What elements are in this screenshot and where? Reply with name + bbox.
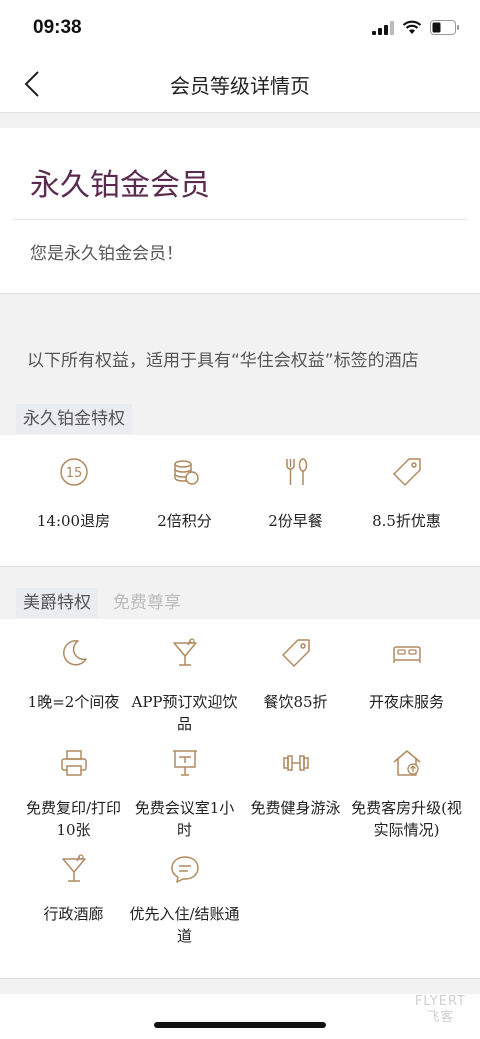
- privilege-label: 免费会议室1小时: [134, 799, 235, 839]
- printer-icon: [60, 750, 87, 776]
- watermark: FLYERT 飞客: [415, 994, 466, 1026]
- cocktail-icon: [61, 854, 86, 882]
- bed-icon: [392, 646, 421, 663]
- privilege-item[interactable]: 免费客房升级(视实际情况): [351, 747, 462, 841]
- privilege-label: 2倍积分: [157, 512, 212, 530]
- privilege-item[interactable]: APP预订欢迎饮品: [129, 637, 240, 735]
- privilege-item[interactable]: 1晚=2个间夜: [18, 637, 129, 735]
- privilege-item[interactable]: 优先入住/结账通道: [129, 853, 240, 947]
- battery-icon: [430, 20, 459, 35]
- privilege-label: 餐饮85折: [263, 693, 328, 711]
- moon-icon: [62, 640, 87, 666]
- privilege-item[interactable]: 8.5折优惠: [351, 456, 462, 532]
- jazz-privileges: 1晚=2个间夜 APP预订欢迎饮品 餐饮85折 开夜床服务 免费复印/打印10张…: [0, 619, 480, 979]
- privilege-item[interactable]: 开夜床服务: [351, 637, 462, 735]
- tab-free-enjoy[interactable]: 免费尊享: [106, 588, 188, 618]
- signal-icon: [372, 20, 394, 35]
- page-title: 会员等级详情页: [170, 74, 310, 98]
- dumbbell-icon: [282, 755, 309, 771]
- privilege-item[interactable]: 行政酒廊: [18, 853, 129, 947]
- house-upgrade-icon: [393, 750, 420, 776]
- cocktail-icon: [172, 638, 197, 666]
- scope-note: 以下所有权益，适用于具有“华住会权益”标签的酒店: [27, 351, 419, 371]
- clock-15-icon: 15: [59, 458, 88, 486]
- fork-knife-icon: [285, 458, 307, 485]
- privilege-item[interactable]: 2倍积分: [129, 456, 240, 532]
- privilege-label: 优先入住/结账通道: [129, 905, 240, 945]
- watermark-line2: 飞客: [426, 1010, 455, 1025]
- tab-jazz-privileges[interactable]: 美爵特权: [16, 588, 98, 618]
- status-bar: 09:38: [0, 0, 480, 56]
- privilege-label: 8.5折优惠: [372, 512, 441, 530]
- privilege-item[interactable]: 2份早餐: [240, 456, 351, 532]
- svg-text:15: 15: [65, 466, 82, 481]
- privilege-item[interactable]: 免费复印/打印10张: [18, 747, 129, 841]
- privilege-label: APP预订欢迎饮品: [131, 693, 238, 733]
- privilege-label: 2份早餐: [268, 512, 323, 530]
- price-tag-icon: [392, 458, 421, 486]
- privilege-item[interactable]: 餐饮85折: [240, 637, 351, 735]
- coin-stack-icon: [173, 460, 199, 485]
- nav-bar: 会员等级详情页: [0, 56, 480, 113]
- privilege-item[interactable]: 免费会议室1小时: [129, 747, 240, 841]
- platinum-privileges: 15 14:00退房 2倍积分 2份早餐 8.5折优惠: [0, 435, 480, 567]
- home-indicator[interactable]: [154, 1022, 326, 1028]
- wifi-icon: [402, 20, 422, 34]
- status-time: 09:38: [33, 17, 82, 38]
- bottom-bar: [0, 994, 480, 1039]
- meeting-board-icon: [172, 750, 197, 776]
- privilege-item[interactable]: 15 14:00退房: [18, 456, 129, 532]
- privilege-label: 开夜床服务: [368, 693, 444, 711]
- privilege-label: 1晚=2个间夜: [27, 693, 120, 711]
- chat-bubble-icon: [170, 856, 199, 883]
- privilege-label: 免费健身游泳: [250, 799, 341, 817]
- privilege-label: 免费客房升级(视实际情况): [351, 799, 462, 839]
- divider: [13, 219, 467, 220]
- level-title: 永久铂金会员: [30, 168, 210, 203]
- price-tag-icon: [281, 639, 310, 667]
- level-description: 您是永久铂金会员！: [30, 244, 183, 264]
- level-card: 永久铂金会员 您是永久铂金会员！: [0, 128, 480, 294]
- tag-platinum-privileges: 永久铂金特权: [16, 404, 132, 434]
- status-icons: [372, 20, 460, 35]
- privilege-label: 行政酒廊: [43, 905, 104, 923]
- privilege-label: 免费复印/打印10张: [25, 799, 122, 839]
- watermark-line1: FLYERT: [414, 994, 466, 1009]
- privilege-item[interactable]: 免费健身游泳: [240, 747, 351, 841]
- privilege-label: 14:00退房: [36, 512, 111, 530]
